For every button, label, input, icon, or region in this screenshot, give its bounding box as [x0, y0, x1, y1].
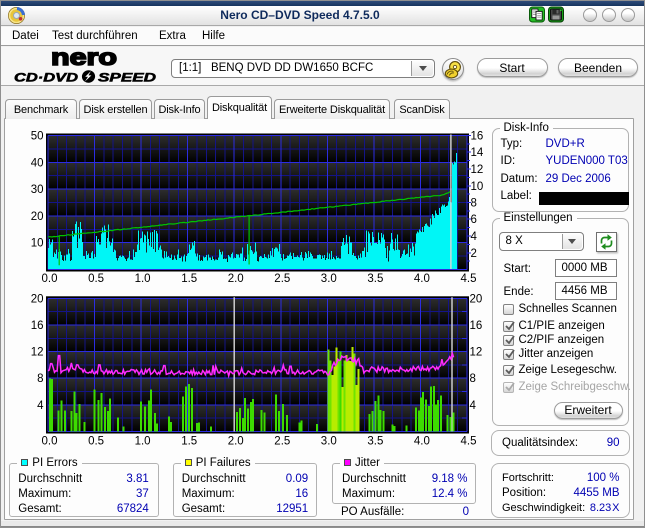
- svg-text:14: 14: [471, 147, 484, 159]
- svg-text:1.5: 1.5: [181, 436, 197, 448]
- svg-text:0.0: 0.0: [42, 273, 58, 285]
- svg-text:20: 20: [470, 293, 483, 305]
- svg-text:1.5: 1.5: [181, 273, 197, 285]
- svg-text:12: 12: [471, 164, 484, 176]
- svg-text:2.5: 2.5: [274, 273, 290, 285]
- svg-text:0.0: 0.0: [42, 436, 58, 448]
- svg-text:3.5: 3.5: [367, 273, 383, 285]
- svg-text:16: 16: [471, 131, 484, 143]
- svg-text:20: 20: [31, 293, 44, 305]
- svg-text:50: 50: [31, 131, 44, 143]
- svg-text:8: 8: [471, 198, 477, 210]
- svg-text:30: 30: [31, 184, 44, 196]
- svg-text:4.5: 4.5: [461, 273, 477, 285]
- svg-text:0.5: 0.5: [88, 436, 104, 448]
- svg-text:2.5: 2.5: [274, 436, 290, 448]
- svg-text:10: 10: [31, 238, 44, 250]
- svg-text:1.0: 1.0: [135, 273, 151, 285]
- svg-text:12: 12: [470, 347, 483, 359]
- svg-text:12: 12: [31, 347, 44, 359]
- svg-text:4: 4: [37, 400, 44, 412]
- svg-text:2: 2: [471, 248, 477, 260]
- svg-text:4.0: 4.0: [414, 273, 430, 285]
- svg-text:0.5: 0.5: [88, 273, 104, 285]
- svg-text:16: 16: [470, 320, 483, 332]
- svg-text:10: 10: [471, 181, 484, 193]
- svg-text:4: 4: [470, 400, 477, 412]
- svg-text:8: 8: [37, 373, 43, 385]
- svg-text:2.0: 2.0: [228, 436, 244, 448]
- svg-text:3.0: 3.0: [321, 436, 337, 448]
- svg-text:1.0: 1.0: [135, 436, 151, 448]
- svg-text:2.0: 2.0: [228, 273, 244, 285]
- svg-text:4.0: 4.0: [414, 436, 430, 448]
- svg-text:16: 16: [31, 320, 44, 332]
- svg-text:4: 4: [471, 231, 478, 243]
- svg-text:4.5: 4.5: [461, 436, 477, 448]
- svg-text:40: 40: [31, 157, 44, 169]
- svg-text:6: 6: [471, 214, 477, 226]
- svg-text:3.0: 3.0: [321, 273, 337, 285]
- svg-text:8: 8: [470, 373, 476, 385]
- svg-text:3.5: 3.5: [367, 436, 383, 448]
- svg-text:20: 20: [31, 211, 44, 223]
